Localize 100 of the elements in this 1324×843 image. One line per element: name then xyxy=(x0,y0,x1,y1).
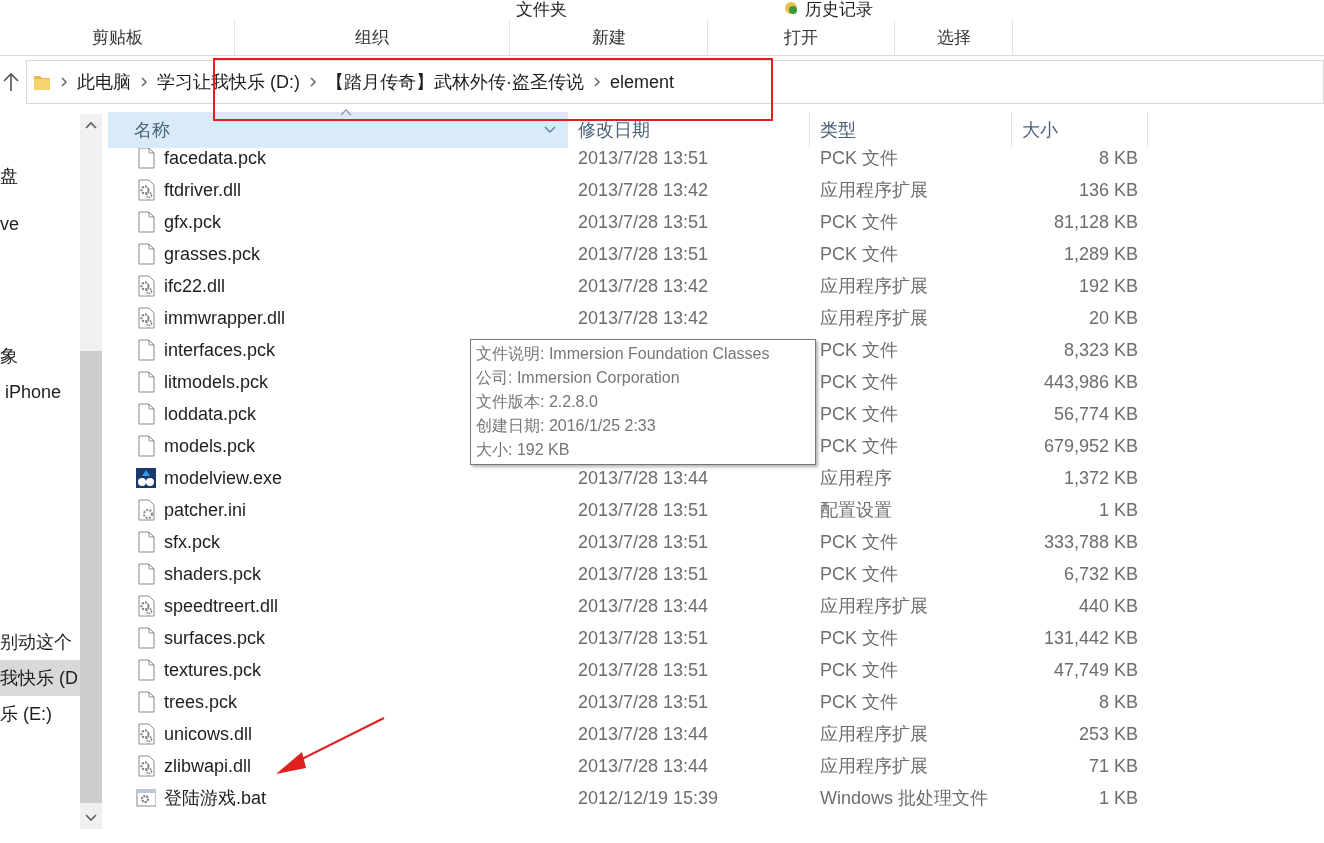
size-cell-text: 8,323 KB xyxy=(1062,338,1138,362)
folder-icon xyxy=(33,73,51,91)
file-name[interactable]: patcher.ini xyxy=(164,496,247,524)
ribbon-group-label: 新建 xyxy=(591,27,626,50)
file-name[interactable]: unicows.dll xyxy=(164,720,253,748)
application-icon xyxy=(136,467,156,489)
file-icon xyxy=(136,531,156,553)
nav-item[interactable]: 乐 (E:) xyxy=(0,696,80,732)
date-cell-text: 2013/7/28 13:51 xyxy=(577,562,710,586)
breadcrumb-item[interactable]: element xyxy=(610,68,675,96)
settings-file-icon xyxy=(136,499,156,521)
size-cell-text: 8 KB xyxy=(1097,690,1138,714)
type-cell-text: PCK 文件 xyxy=(819,626,899,650)
nav-item[interactable]: 象 xyxy=(0,338,80,374)
type-cell-text: 应用程序扩展 xyxy=(819,754,929,778)
chevron-icon xyxy=(592,76,602,88)
history-icon[interactable] xyxy=(782,0,800,16)
size-cell-text: 8 KB xyxy=(1097,146,1138,170)
file-name[interactable]: trees.pck xyxy=(164,688,238,716)
date-cell-text: 2013/7/28 13:42 xyxy=(577,274,710,298)
size-cell-text: 1 KB xyxy=(1097,498,1138,522)
gear-window-icon xyxy=(136,787,156,809)
size-cell-text: 440 KB xyxy=(1077,594,1138,618)
ribbon-group-label: 打开 xyxy=(784,27,818,50)
size-cell-text: 192 KB xyxy=(1077,274,1138,298)
size-cell-text: 81,128 KB xyxy=(1052,210,1138,234)
type-cell-text: PCK 文件 xyxy=(819,658,899,682)
column-header[interactable]: 大小 xyxy=(1012,112,1148,148)
type-cell-text: 应用程序扩展 xyxy=(819,178,929,202)
ribbon-group-label: 组织 xyxy=(355,27,389,50)
file-name[interactable]: gfx.pck xyxy=(164,208,222,236)
gear-file-icon xyxy=(136,275,156,297)
size-cell-text: 131,442 KB xyxy=(1042,626,1138,650)
file-icon xyxy=(136,659,156,681)
nav-item[interactable]: 盘 xyxy=(0,158,80,194)
column-header[interactable]: 名称 xyxy=(108,112,568,148)
breadcrumb-item[interactable]: 此电脑 xyxy=(77,68,131,96)
size-cell-text: 333,788 KB xyxy=(1042,530,1138,554)
ribbon-button[interactable]: 文件夹 xyxy=(516,0,567,20)
gear-file-icon xyxy=(136,307,156,329)
type-cell-text: PCK 文件 xyxy=(819,210,899,234)
type-cell-text: PCK 文件 xyxy=(819,242,899,266)
file-name[interactable]: litmodels.pck xyxy=(164,368,269,396)
nav-item[interactable]: ve xyxy=(0,206,80,242)
file-name[interactable]: ifc22.dll xyxy=(164,272,226,300)
up-arrow-icon[interactable] xyxy=(2,72,20,92)
tooltip-line: 创建日期: 2016/1/25 2:33 xyxy=(476,416,657,436)
file-name[interactable]: loddata.pck xyxy=(164,400,257,428)
size-cell-text: 136 KB xyxy=(1077,178,1138,202)
file-name[interactable]: immwrapper.dll xyxy=(164,304,286,332)
file-name[interactable]: shaders.pck xyxy=(164,560,262,588)
type-cell-text: PCK 文件 xyxy=(819,690,899,714)
type-cell-text: PCK 文件 xyxy=(819,562,899,586)
file-name[interactable]: textures.pck xyxy=(164,656,262,684)
size-cell-text: 71 KB xyxy=(1087,754,1138,778)
dropdown-chevron-icon[interactable] xyxy=(543,125,557,135)
date-cell-text: 2013/7/28 13:51 xyxy=(577,626,710,650)
nav-item[interactable]: iPhone xyxy=(0,374,80,410)
file-icon xyxy=(136,563,156,585)
file-icon xyxy=(136,691,156,713)
ribbon-group-label: 剪贴板 xyxy=(91,27,143,50)
column-header[interactable]: 修改日期 xyxy=(568,112,810,148)
type-cell-text: 应用程序扩展 xyxy=(819,274,929,298)
scrollbar[interactable] xyxy=(80,114,102,829)
file-name[interactable]: grasses.pck xyxy=(164,240,261,268)
breadcrumb-item[interactable]: 【踏月传奇】武林外传·盗圣传说 xyxy=(326,68,584,96)
file-name[interactable]: speedtreert.dll xyxy=(164,592,279,620)
file-icon xyxy=(136,627,156,649)
tooltip-line: 文件说明: Immersion Foundation Classes xyxy=(476,344,771,364)
gear-file-icon xyxy=(136,179,156,201)
file-name[interactable]: surfaces.pck xyxy=(164,624,266,652)
file-name[interactable]: zlibwapi.dll xyxy=(164,752,252,780)
date-cell-text: 2013/7/28 13:44 xyxy=(577,722,710,746)
file-name[interactable]: models.pck xyxy=(164,432,256,460)
type-cell-text: PCK 文件 xyxy=(819,530,899,554)
nav-item[interactable]: 我快乐 (D xyxy=(0,660,80,696)
chevron-icon xyxy=(308,76,318,88)
type-cell-text: 应用程序扩展 xyxy=(819,722,929,746)
column-header[interactable]: 类型 xyxy=(810,112,1012,148)
type-cell-text: PCK 文件 xyxy=(819,146,899,170)
file-icon xyxy=(136,435,156,457)
file-icon xyxy=(136,211,156,233)
size-cell-text: 1 KB xyxy=(1097,786,1138,810)
ribbon-button[interactable]: 历史记录 xyxy=(804,0,873,20)
type-cell-text: PCK 文件 xyxy=(819,434,899,458)
file-name[interactable]: 登陆游戏.bat xyxy=(164,784,267,812)
file-name[interactable]: ftdriver.dll xyxy=(164,176,242,204)
file-name[interactable]: modelview.exe xyxy=(164,464,283,492)
file-name[interactable]: sfx.pck xyxy=(164,528,220,556)
gear-file-icon xyxy=(136,723,156,745)
file-name[interactable]: interfaces.pck xyxy=(164,336,276,364)
size-cell-text: 443,986 KB xyxy=(1042,370,1138,394)
nav-item[interactable]: 别动这个 xyxy=(0,624,80,660)
type-cell-text: PCK 文件 xyxy=(819,402,899,426)
type-cell-text: Windows 批处理文件 xyxy=(819,786,990,810)
tooltip-line: 公司: Immersion Corporation xyxy=(476,368,681,388)
date-cell-text: 2013/7/28 13:51 xyxy=(577,146,710,170)
file-icon xyxy=(136,403,156,425)
type-cell-text: 应用程序扩展 xyxy=(819,594,929,618)
date-cell-text: 2013/7/28 13:44 xyxy=(577,754,710,778)
